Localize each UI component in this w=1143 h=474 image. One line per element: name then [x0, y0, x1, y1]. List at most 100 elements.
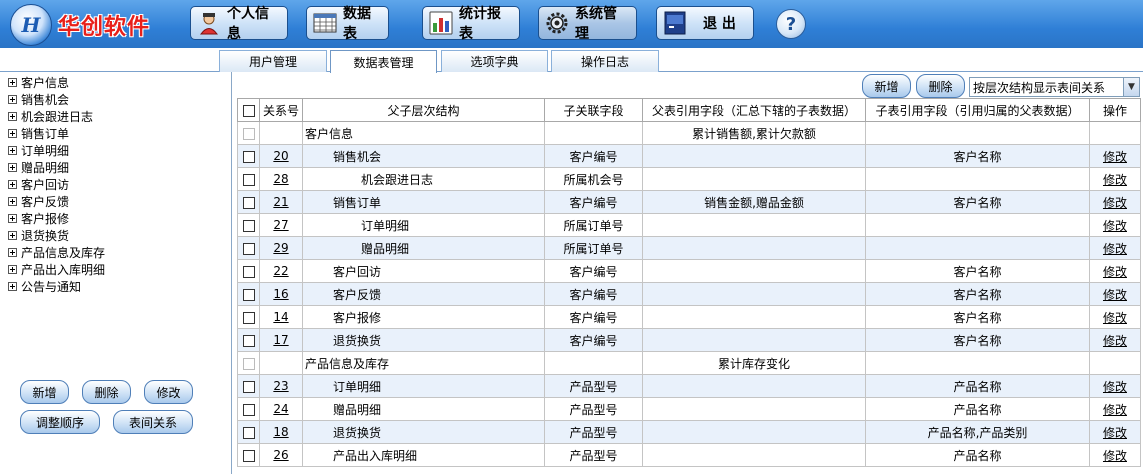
nav-datatable-button[interactable]: 数据表 — [306, 6, 389, 42]
tree-item[interactable]: 客户信息 — [0, 74, 231, 91]
expand-plus-icon[interactable] — [8, 180, 17, 189]
expand-plus-icon[interactable] — [8, 146, 17, 155]
tree-item[interactable]: 机会跟进日志 — [0, 108, 231, 125]
expand-plus-icon[interactable] — [8, 129, 17, 138]
tree-item[interactable]: 退货换货 — [0, 227, 231, 244]
row-checkbox-cell[interactable] — [237, 236, 260, 260]
expand-plus-icon[interactable] — [8, 163, 17, 172]
row-checkbox[interactable] — [242, 288, 255, 301]
row-checkbox[interactable] — [242, 380, 255, 393]
row-checkbox[interactable] — [242, 311, 255, 324]
row-checkbox-cell[interactable] — [237, 328, 260, 352]
expand-plus-icon[interactable] — [8, 282, 17, 291]
row-checkbox[interactable] — [242, 403, 255, 416]
expand-plus-icon[interactable] — [8, 78, 17, 87]
row-checkbox[interactable] — [242, 265, 255, 278]
tree-item[interactable]: 客户回访 — [0, 176, 231, 193]
nav-logout-button[interactable]: 退 出 — [656, 6, 754, 40]
edit-link[interactable]: 修改 — [1089, 328, 1141, 352]
select-all-checkbox[interactable] — [242, 104, 255, 117]
row-checkbox-cell[interactable] — [237, 144, 260, 168]
tree-add-button[interactable]: 新增 — [20, 380, 69, 404]
relation-id-link[interactable]: 17 — [259, 328, 303, 352]
nav-reports-button[interactable]: 统计报表 — [422, 6, 520, 42]
edit-link[interactable]: 修改 — [1089, 144, 1141, 168]
relation-id-link[interactable]: 16 — [259, 282, 303, 306]
relation-id-link[interactable]: 20 — [259, 144, 303, 168]
row-checkbox-cell[interactable] — [237, 305, 260, 329]
tree-item[interactable]: 产品出入库明细 — [0, 261, 231, 278]
help-button[interactable]: ? — [776, 9, 806, 39]
relation-id-link[interactable]: 24 — [259, 397, 303, 421]
row-checkbox[interactable] — [242, 449, 255, 462]
row-checkbox-cell[interactable] — [237, 282, 260, 306]
edit-link[interactable]: 修改 — [1089, 305, 1141, 329]
tree-delete-button[interactable]: 删除 — [82, 380, 131, 404]
edit-link[interactable]: 修改 — [1089, 374, 1141, 398]
row-checkbox[interactable] — [242, 150, 255, 163]
edit-link[interactable]: 修改 — [1089, 236, 1141, 260]
row-checkbox-cell[interactable] — [237, 374, 260, 398]
row-checkbox[interactable] — [242, 173, 255, 186]
tab-user-management[interactable]: 用户管理 — [219, 50, 327, 72]
reorder-button[interactable]: 调整顺序 — [20, 410, 100, 434]
tree-item[interactable]: 订单明细 — [0, 142, 231, 159]
row-checkbox-cell[interactable] — [237, 397, 260, 421]
expand-plus-icon[interactable] — [8, 214, 17, 223]
edit-link[interactable]: 修改 — [1089, 190, 1141, 214]
tree-item[interactable]: 销售订单 — [0, 125, 231, 142]
tab-datatable-management[interactable]: 数据表管理 — [330, 50, 437, 73]
row-checkbox[interactable] — [242, 242, 255, 255]
col-child-ref[interactable]: 子表引用字段（引用归属的父表数据） — [865, 98, 1090, 122]
relation-id-link[interactable]: 26 — [259, 443, 303, 467]
relation-id-link[interactable]: 29 — [259, 236, 303, 260]
row-checkbox-cell[interactable] — [237, 190, 260, 214]
edit-link[interactable]: 修改 — [1089, 167, 1141, 191]
row-checkbox-cell[interactable] — [237, 443, 260, 467]
relation-id-link[interactable]: 22 — [259, 259, 303, 283]
tab-option-dictionary[interactable]: 选项字典 — [441, 50, 548, 72]
chevron-down-icon[interactable]: ▼ — [1123, 78, 1139, 96]
expand-plus-icon[interactable] — [8, 265, 17, 274]
nav-personal-info-button[interactable]: 个人信息 — [190, 6, 288, 42]
expand-plus-icon[interactable] — [8, 197, 17, 206]
row-checkbox-cell[interactable] — [237, 259, 260, 283]
tree-item[interactable]: 客户报修 — [0, 210, 231, 227]
tab-operation-log[interactable]: 操作日志 — [551, 50, 659, 72]
relation-id-link[interactable]: 21 — [259, 190, 303, 214]
row-checkbox[interactable] — [242, 196, 255, 209]
relation-id-link[interactable]: 27 — [259, 213, 303, 237]
tree-item[interactable]: 客户反馈 — [0, 193, 231, 210]
relation-id-link[interactable]: 23 — [259, 374, 303, 398]
tree-item[interactable]: 产品信息及库存 — [0, 244, 231, 261]
row-checkbox[interactable] — [242, 334, 255, 347]
delete-relation-button[interactable]: 删除 — [916, 74, 965, 98]
edit-link[interactable]: 修改 — [1089, 213, 1141, 237]
col-hierarchy[interactable]: 父子层次结构 — [302, 98, 545, 122]
edit-link[interactable]: 修改 — [1089, 282, 1141, 306]
tree-item[interactable]: 公告与通知 — [0, 278, 231, 295]
relation-id-link[interactable]: 18 — [259, 420, 303, 444]
row-checkbox-cell[interactable] — [237, 351, 260, 375]
view-mode-select[interactable]: 按层次结构显示表间关系 ▼ — [969, 77, 1140, 97]
relation-id-link[interactable]: 14 — [259, 305, 303, 329]
select-all-cell[interactable] — [237, 98, 260, 122]
tree-item[interactable]: 赠品明细 — [0, 159, 231, 176]
expand-plus-icon[interactable] — [8, 112, 17, 121]
row-checkbox-cell[interactable] — [237, 420, 260, 444]
row-checkbox-cell[interactable] — [237, 167, 260, 191]
edit-link[interactable]: 修改 — [1089, 397, 1141, 421]
relation-id-link[interactable]: 28 — [259, 167, 303, 191]
expand-plus-icon[interactable] — [8, 95, 17, 104]
expand-plus-icon[interactable] — [8, 231, 17, 240]
col-relation-id[interactable]: 关系号 — [259, 98, 303, 122]
tree-item[interactable]: 销售机会 — [0, 91, 231, 108]
edit-link[interactable]: 修改 — [1089, 259, 1141, 283]
table-relations-button[interactable]: 表间关系 — [113, 410, 193, 434]
nav-system-admin-button[interactable]: 系统管理 — [538, 6, 637, 42]
row-checkbox[interactable] — [242, 426, 255, 439]
tree-edit-button[interactable]: 修改 — [144, 380, 193, 404]
expand-plus-icon[interactable] — [8, 248, 17, 257]
edit-link[interactable]: 修改 — [1089, 443, 1141, 467]
col-child-field[interactable]: 子关联字段 — [544, 98, 643, 122]
